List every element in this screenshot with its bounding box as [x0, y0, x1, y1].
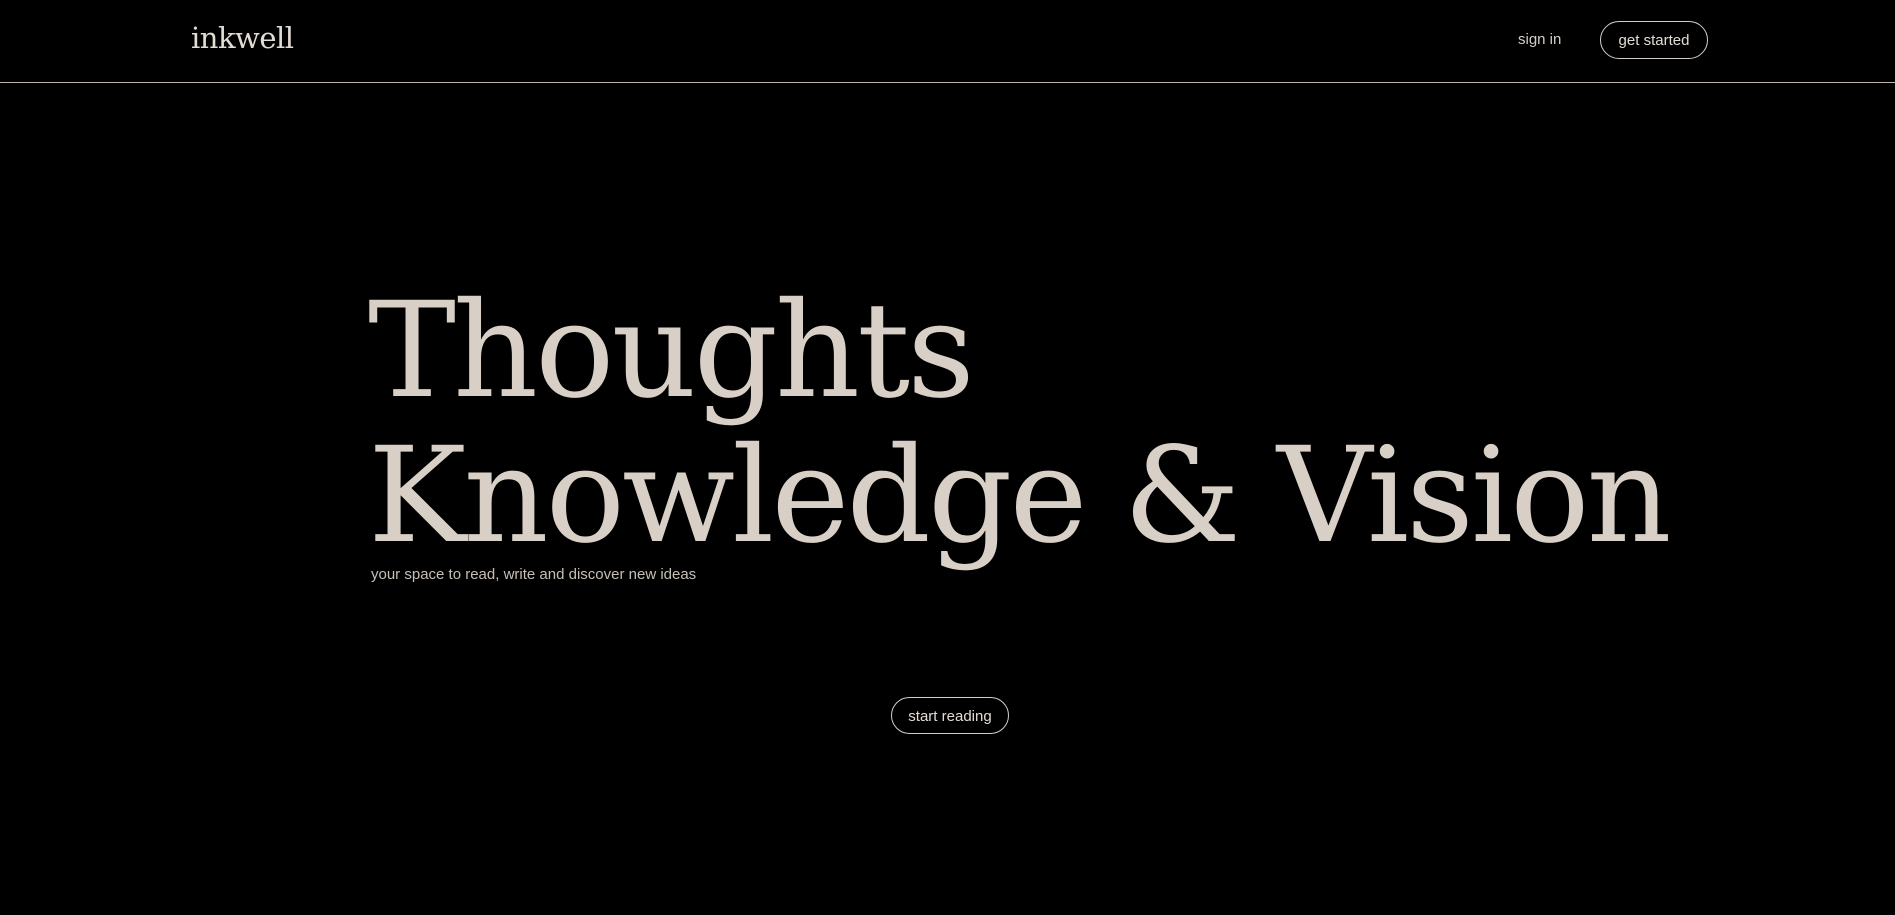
- sign-in-link[interactable]: sign in: [1518, 30, 1561, 50]
- hero-heading-line-1: Thoughts: [368, 274, 975, 428]
- hero-tagline: your space to read, write and discover n…: [371, 566, 697, 583]
- get-started-button[interactable]: get started: [1600, 21, 1708, 59]
- top-navbar: inkwell sign in get started: [0, 0, 1895, 83]
- brand-logo[interactable]: inkwell: [191, 18, 294, 58]
- hero-heading-line-2: Knowledge & Vision: [368, 419, 1672, 573]
- start-reading-button[interactable]: start reading: [891, 697, 1009, 734]
